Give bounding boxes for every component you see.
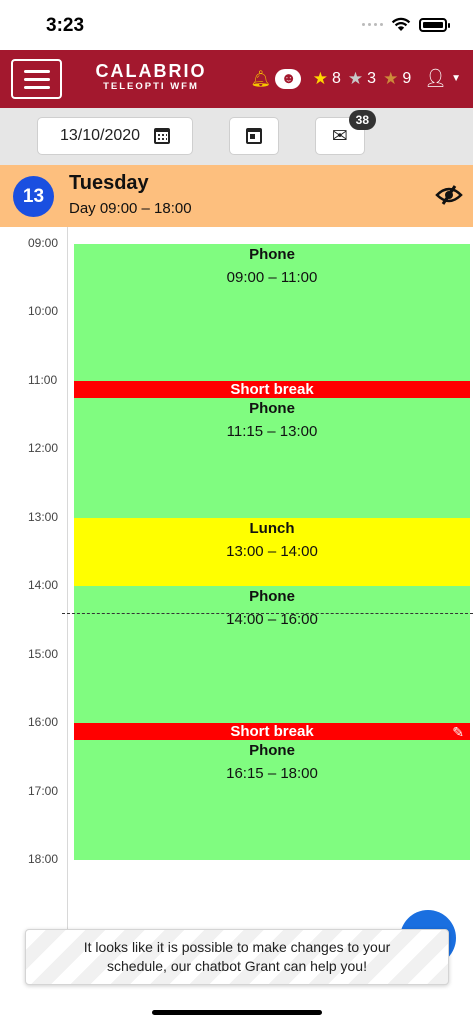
messages-button[interactable]: ✉ 38 (315, 110, 376, 155)
silver-star-icon: ★ (347, 68, 364, 88)
activity-block-short-break[interactable]: Short break (74, 381, 470, 398)
activity-name: Short break (230, 723, 314, 740)
gold-star-icon: ★ (312, 68, 329, 88)
activity-name: Phone (249, 400, 295, 417)
bell-icon[interactable]: 🔔︎ (250, 69, 270, 89)
activity-name: Phone (249, 246, 295, 263)
date-value: 13/10/2020 (59, 127, 141, 144)
bronze-star-count: 9 (402, 69, 412, 87)
hour-label: 18:00 (28, 852, 59, 866)
hour-label: 12:00 (28, 441, 59, 455)
status-bar: 3:23 (0, 0, 473, 50)
toolbar: 13/10/2020 ✉ 38 (0, 108, 473, 165)
activity-block-lunch[interactable]: Lunch 13:00 – 14:00 (74, 518, 470, 586)
date-picker[interactable]: 13/10/2020 (37, 117, 193, 155)
hour-label: 10:00 (28, 304, 59, 318)
calendar-today-icon (246, 128, 262, 144)
gold-star-count: 8 (332, 69, 341, 87)
today-button[interactable] (229, 117, 279, 155)
signal-icon (362, 23, 383, 26)
header-actions: 🔔︎ ★ 8 ★ 3 ★ 9 👤︎ ▼ (250, 68, 461, 89)
activity-time: 11:15 – 13:00 (226, 423, 318, 440)
pencil-icon[interactable]: ✎ (452, 724, 464, 741)
activity-name: Lunch (249, 520, 295, 537)
activity-name: Phone (249, 588, 295, 605)
activity-block-phone[interactable]: Phone 11:15 – 13:00 (74, 398, 470, 518)
activity-name: Short break (230, 381, 314, 398)
day-number-badge: 13 (13, 176, 54, 217)
wifi-icon (391, 17, 411, 31)
hour-label: 09:00 (28, 236, 59, 250)
app-header: CALABRIO TELEOPTI WFM 🔔︎ ★ 8 ★ 3 ★ 9 👤︎ … (0, 50, 473, 108)
activity-time: 09:00 – 11:00 (226, 269, 318, 286)
current-time-indicator (62, 613, 473, 614)
hour-label: 17:00 (28, 784, 59, 798)
hour-label: 14:00 (28, 578, 59, 592)
activity-block-phone[interactable]: Phone 14:00 – 16:00 (74, 586, 470, 723)
logo-sub-text: TELEOPTI WFM (103, 81, 199, 92)
menu-button[interactable] (11, 59, 62, 99)
chatbot-banner[interactable]: It looks like it is possible to make cha… (25, 929, 449, 985)
activity-block-short-break[interactable]: Short break ✎ (74, 723, 470, 740)
eye-slash-icon[interactable] (435, 184, 463, 206)
home-indicator (152, 1010, 322, 1015)
activity-time: 13:00 – 14:00 (226, 543, 318, 560)
hour-label: 11:00 (28, 373, 58, 387)
status-icons (362, 17, 450, 32)
silver-star-count: 3 (367, 69, 377, 87)
day-header: 13 Tuesday Day 09:00 – 18:00 (0, 165, 473, 227)
chatbot-message: It looks like it is possible to make cha… (83, 939, 391, 974)
calendar-icon (154, 128, 171, 144)
activity-block-phone[interactable]: Phone 09:00 – 11:00 (74, 244, 470, 381)
hour-label: 16:00 (28, 715, 59, 729)
battery-icon (419, 17, 450, 32)
status-time: 3:23 (46, 15, 85, 36)
hour-label: 15:00 (28, 647, 59, 661)
activity-block-phone[interactable]: Phone 16:15 – 18:00 (74, 740, 470, 860)
message-count-badge: 38 (348, 110, 376, 130)
activity-time: 16:15 – 18:00 (226, 765, 318, 782)
chat-icon[interactable] (274, 68, 301, 89)
mail-icon: ✉ (332, 125, 348, 147)
chevron-down-icon[interactable]: ▼ (451, 73, 461, 84)
hamburger-icon (23, 69, 50, 73)
user-icon[interactable]: 👤︎ (424, 68, 447, 89)
activity-name: Phone (249, 742, 295, 759)
day-shift-summary: Day 09:00 – 18:00 (69, 200, 192, 217)
timeline-axis (67, 227, 68, 947)
schedule-timeline: 09:00 10:00 11:00 12:00 13:00 14:00 15:0… (0, 227, 473, 1024)
bronze-star-icon: ★ (383, 68, 399, 88)
logo-main-text: CALABRIO (95, 61, 207, 81)
day-name: Tuesday (69, 172, 149, 194)
hour-label: 13:00 (28, 510, 59, 524)
app-logo: CALABRIO TELEOPTI WFM (78, 61, 224, 93)
